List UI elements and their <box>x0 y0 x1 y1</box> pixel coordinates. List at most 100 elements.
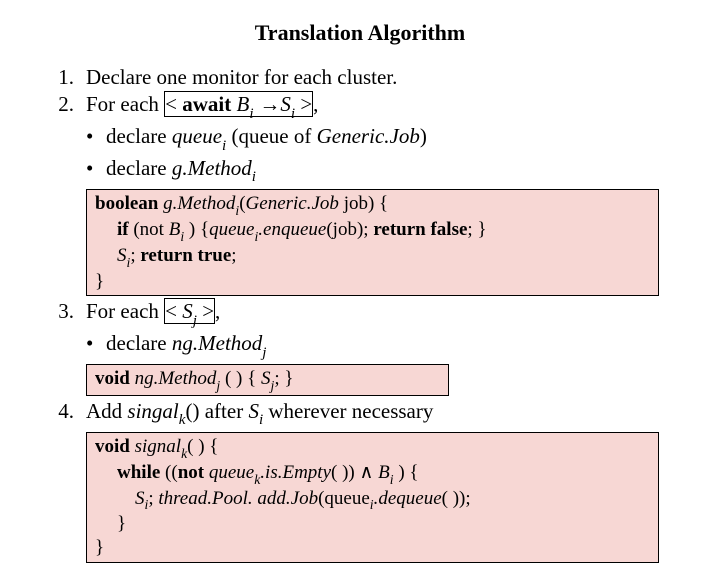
t2-await: await <box>182 92 231 116</box>
b21-close: ) <box>420 124 427 148</box>
c1l2-brace: ) { <box>184 219 209 240</box>
t4-add: Add <box>86 399 127 423</box>
t4-singal: singal <box>127 399 178 423</box>
t2-arrow: → <box>254 93 281 116</box>
c3l1-void: void <box>95 436 130 457</box>
item-3-bullet-1: • declare ng.Methodj <box>40 330 680 362</box>
t3-S: S <box>182 299 193 323</box>
t4-k: k <box>179 412 186 428</box>
c3l3-qi: i <box>370 497 374 512</box>
t4-S: S <box>248 399 259 423</box>
t3-gt: > <box>197 299 214 323</box>
c3l3-S: S <box>135 488 145 509</box>
c3l2-Bi: i <box>390 472 394 487</box>
t3-Sj: j <box>193 313 197 329</box>
b21-i: i <box>222 138 226 154</box>
b31-j: j <box>262 345 266 361</box>
c1l1-i: i <box>235 203 239 218</box>
item-2-bullet-1-text: declare queuei (queue of Generic.Job) <box>106 123 427 155</box>
item-4-number: 4. <box>40 398 86 425</box>
code-block-1: boolean g.Methodi(Generic.Job job) { if … <box>86 189 659 296</box>
c3l2-brace: ) { <box>394 462 419 483</box>
b22-i: i <box>252 169 256 185</box>
t2-Si: i <box>291 106 295 122</box>
c2l1-S: S <box>261 368 271 389</box>
bullet-dot: • <box>86 155 106 182</box>
b31-declare: declare <box>106 331 172 355</box>
t2-comma: , <box>313 92 318 116</box>
item-2: 2. For each < await Bi →Si >, <box>40 91 680 123</box>
c3l2-isempty: .is.Empty <box>260 462 331 483</box>
c3l1-signal: signal <box>130 436 181 457</box>
b22-declare: declare <box>106 156 172 180</box>
t4-after: () after <box>185 399 248 423</box>
code3-line1: void signalk( ) { <box>95 435 650 461</box>
c3l2-while: while <box>117 462 160 483</box>
c1l2-job: (job); <box>326 219 373 240</box>
c1l2-qi: i <box>254 229 258 244</box>
code-block-3: void signalk( ) { while ((not queuek.is.… <box>86 432 659 563</box>
t3-lt: < <box>165 299 182 323</box>
b21-paren: (queue of <box>226 124 316 148</box>
c2l1-paren: ( ) { <box>220 368 261 389</box>
t2-Bi: i <box>249 106 253 122</box>
t4-tail: wherever necessary <box>263 399 433 423</box>
c1l1-end: job) { <box>339 193 388 214</box>
c3l1-paren: ( ) { <box>187 436 218 457</box>
c3l3-queue: (queue <box>318 488 370 509</box>
c3l2-queue: queue <box>204 462 254 483</box>
t2-S: S <box>280 92 291 116</box>
t3-prefix: For each <box>86 299 164 323</box>
c3l3-Si: i <box>145 497 149 512</box>
b22-gm: g.Method <box>172 156 252 180</box>
item-2-bullet-1: • declare queuei (queue of Generic.Job) <box>40 123 680 155</box>
item-3-text: For each < Sj >, <box>86 298 680 330</box>
page-title: Translation Algorithm <box>40 20 680 46</box>
c1l3-semi: ; <box>130 245 140 266</box>
item-3-box: < Sj > <box>164 298 215 324</box>
c1l2-queue: queue <box>209 219 254 240</box>
code2-line1: void ng.Methodj ( ) { Sj; } <box>95 367 440 393</box>
c2l1-ngm: ng.Method <box>130 368 217 389</box>
c3l3-tpaj: thread.Pool. add.Job <box>158 488 318 509</box>
c1l2-B: B <box>169 219 181 240</box>
c1l1-gj: Generic.Job <box>246 193 339 214</box>
bullet-dot: • <box>86 123 106 150</box>
c3l2-qk: k <box>254 472 260 487</box>
c3l3-deq: .dequeue <box>374 488 442 509</box>
c2l1-void: void <box>95 368 130 389</box>
item-2-prefix: For each <box>86 92 164 116</box>
c3l2-op: (( <box>160 462 177 483</box>
c3l1-k: k <box>181 446 187 461</box>
c1l2-retf: return false <box>373 219 467 240</box>
code3-line2: while ((not queuek.is.Empty( )) ∧ Bi ) { <box>95 461 650 487</box>
code1-line1: boolean g.Methodi(Generic.Job job) { <box>95 192 650 218</box>
code3-line3: Si; thread.Pool. add.Job(queuei.dequeue(… <box>95 487 650 513</box>
c1l1-bool: boolean <box>95 193 158 214</box>
item-3-number: 3. <box>40 298 86 325</box>
code1-line3: Si; return true; <box>95 244 650 270</box>
b21-gj: Generic.Job <box>317 124 420 148</box>
c3l2-B: B <box>373 462 389 483</box>
c2l1-Sj: j <box>271 378 275 393</box>
item-2-box: < await Bi →Si > <box>164 91 313 117</box>
item-1-number: 1. <box>40 64 86 91</box>
c1l3-end: ; <box>231 245 236 266</box>
c1l2-end: ; } <box>467 219 486 240</box>
c2l1-j: j <box>216 378 220 393</box>
item-2-bullet-2: • declare g.Methodi <box>40 155 680 187</box>
t3-comma: , <box>215 299 220 323</box>
c1l2-Bi: i <box>180 229 184 244</box>
t2-lt: < <box>165 92 182 116</box>
code3-line4: } <box>95 512 650 536</box>
item-4-text: Add singalk() after Si wherever necessar… <box>86 398 680 430</box>
c2l1-end: ; } <box>274 368 293 389</box>
c1l2-enq: .enqueue <box>258 219 326 240</box>
c3l3-semi: ; <box>148 488 158 509</box>
b21-declare: declare <box>106 124 172 148</box>
b31-ngm: ng.Method <box>172 331 262 355</box>
t4-Si: i <box>259 412 263 428</box>
c1l3-rett: return true <box>140 245 231 266</box>
c1l3-S: S <box>117 245 127 266</box>
code-block-2: void ng.Methodj ( ) { Sj; } <box>86 364 449 396</box>
